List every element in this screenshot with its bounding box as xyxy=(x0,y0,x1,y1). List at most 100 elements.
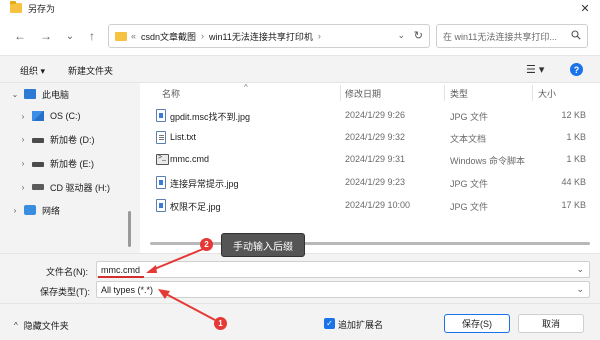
column-divider[interactable] xyxy=(340,85,341,101)
text-file-icon xyxy=(156,131,166,144)
column-header-name[interactable]: 名称 xyxy=(162,87,180,100)
filename-input[interactable]: mmc.cmd ⌄ xyxy=(96,261,590,278)
breadcrumb-overflow[interactable]: « xyxy=(131,31,136,41)
add-extension-label[interactable]: 追加扩展名 xyxy=(338,318,383,331)
tree-item-label: CD 驱动器 (H:) xyxy=(50,182,110,193)
file-date: 2024/1/29 9:32 xyxy=(345,132,406,142)
new-folder-button[interactable]: 新建文件夹 xyxy=(68,64,113,77)
back-arrow-icon[interactable]: ← xyxy=(12,28,28,44)
tree-item-label: 此电脑 xyxy=(42,89,70,100)
file-row[interactable]: List.txt 2024/1/29 9:32 文本文档 1 KB xyxy=(140,127,600,149)
image-file-icon xyxy=(156,199,166,212)
tree-item-c-drive[interactable]: › OS (C:) xyxy=(18,107,81,125)
file-list: 名称 ^ 修改日期 类型 大小 gpdit.msc找不到.jpg 2024/1/… xyxy=(140,83,600,253)
horizontal-scrollbar[interactable] xyxy=(150,242,590,245)
breadcrumb-item[interactable]: csdn文章截图 xyxy=(141,30,196,43)
file-size: 1 KB xyxy=(566,132,586,142)
filetype-label: 保存类型(T): xyxy=(40,287,90,297)
chevron-right-icon[interactable]: › xyxy=(18,135,28,144)
help-icon[interactable]: ? xyxy=(570,63,583,76)
chevron-right-icon[interactable]: › xyxy=(18,112,28,121)
chevron-down-icon[interactable]: ⌄ xyxy=(10,90,20,99)
recent-locations-dropdown-icon[interactable]: ⌄ xyxy=(62,28,78,44)
file-type: JPG 文件 xyxy=(450,112,489,122)
command-toolbar: 组织 ▾ 新建文件夹 ☰ ▾ ? xyxy=(0,57,600,83)
column-header-type[interactable]: 类型 xyxy=(450,87,468,100)
search-input[interactable]: 在 win11无法连接共享打印... xyxy=(436,24,588,48)
forward-arrow-icon[interactable]: → xyxy=(38,28,54,44)
tree-item-label: 新加卷 (E:) xyxy=(50,158,94,169)
chevron-down-icon[interactable]: ⌄ xyxy=(576,264,584,275)
tree-item-cd-drive[interactable]: › CD 驱动器 (H:) xyxy=(18,178,110,196)
file-name: gpdit.msc找不到.jpg xyxy=(170,112,251,122)
add-extension-checkbox[interactable]: ✓ xyxy=(324,318,335,329)
tree-item-d-drive[interactable]: › 新加卷 (D:) xyxy=(18,130,95,148)
dialog-footer: ^ 隐藏文件夹 ✓ 追加扩展名 保存(S) 取消 xyxy=(0,303,600,340)
image-file-icon xyxy=(156,176,166,189)
save-form: 文件名(N): mmc.cmd ⌄ 保存类型(T): All types (*.… xyxy=(0,253,600,303)
navigation-scrollbar[interactable] xyxy=(128,211,131,247)
drive-icon xyxy=(32,162,44,167)
save-button[interactable]: 保存(S) xyxy=(444,314,510,333)
annotation-underline xyxy=(98,276,144,278)
organize-button[interactable]: 组织 ▾ xyxy=(20,64,45,77)
file-date: 2024/1/29 9:31 xyxy=(345,154,406,164)
windows-drive-icon xyxy=(32,111,44,121)
hide-folders-label: 隐藏文件夹 xyxy=(23,321,69,331)
file-type: JPG 文件 xyxy=(450,202,489,212)
navigation-pane: ⌄ 此电脑 › OS (C:) › 新加卷 (D:) › 新加卷 (E:) › … xyxy=(0,83,140,253)
chevron-right-icon[interactable]: › xyxy=(18,159,28,168)
breadcrumb-separator[interactable]: › xyxy=(201,31,204,41)
column-header-date[interactable]: 修改日期 xyxy=(345,87,381,100)
address-dropdown-icon[interactable]: ⌄ xyxy=(397,30,405,41)
drive-icon xyxy=(32,138,44,143)
sort-ascending-icon: ^ xyxy=(244,83,248,92)
filetype-select[interactable]: All types (*.*) ⌄ xyxy=(96,281,590,298)
file-type: Windows 命令脚本 xyxy=(450,156,526,166)
file-row[interactable]: mmc.cmd 2024/1/29 9:31 Windows 命令脚本 1 KB xyxy=(140,149,600,171)
chevron-right-icon[interactable]: › xyxy=(18,183,28,192)
image-file-icon xyxy=(156,109,166,122)
tree-item-e-drive[interactable]: › 新加卷 (E:) xyxy=(18,154,94,172)
file-row[interactable]: 权限不足.jpg 2024/1/29 10:00 JPG 文件 17 KB xyxy=(140,195,600,217)
title-bar: 另存为 ✕ xyxy=(0,0,600,16)
tree-item-label: 新加卷 (D:) xyxy=(50,134,95,145)
chevron-up-icon: ^ xyxy=(14,321,18,330)
file-row[interactable]: gpdit.msc找不到.jpg 2024/1/29 9:26 JPG 文件 1… xyxy=(140,105,600,127)
view-options-icon[interactable]: ☰ ▾ xyxy=(526,63,544,76)
file-size: 44 KB xyxy=(561,177,586,187)
file-size: 12 KB xyxy=(561,110,586,120)
breadcrumb-item[interactable]: win11无法连接共享打印机 xyxy=(209,30,313,43)
annotation-badge: 2 xyxy=(200,238,213,251)
file-type: 文本文档 xyxy=(450,134,487,144)
folder-icon xyxy=(115,31,127,41)
up-arrow-icon[interactable]: ↑ xyxy=(84,28,100,44)
window-title: 另存为 xyxy=(28,3,56,14)
column-divider[interactable] xyxy=(532,85,533,101)
file-name: List.txt xyxy=(170,132,197,142)
file-date: 2024/1/29 9:26 xyxy=(345,110,406,120)
cmd-file-icon xyxy=(156,154,169,165)
annotation-badge: 1 xyxy=(214,317,227,330)
address-bar[interactable]: « csdn文章截图 › win11无法连接共享打印机 › ⌄ ↻ xyxy=(108,24,430,48)
hide-folders-toggle[interactable]: ^ 隐藏文件夹 xyxy=(14,319,69,332)
refresh-icon[interactable]: ↻ xyxy=(414,29,423,42)
column-header-size[interactable]: 大小 xyxy=(538,87,556,100)
chevron-right-icon[interactable]: › xyxy=(10,206,20,215)
navigation-bar: ← → ⌄ ↑ « csdn文章截图 › win11无法连接共享打印机 › ⌄ … xyxy=(0,16,600,56)
search-placeholder: 在 win11无法连接共享打印... xyxy=(443,31,557,42)
network-icon xyxy=(24,205,36,215)
tree-item-this-pc[interactable]: ⌄ 此电脑 xyxy=(10,85,69,103)
breadcrumb-separator[interactable]: › xyxy=(318,31,321,41)
tree-item-network[interactable]: › 网络 xyxy=(10,201,60,219)
cancel-button[interactable]: 取消 xyxy=(518,314,584,333)
chevron-down-icon[interactable]: ⌄ xyxy=(576,284,584,295)
file-row[interactable]: 连接异常提示.jpg 2024/1/29 9:23 JPG 文件 44 KB xyxy=(140,172,600,194)
computer-icon xyxy=(24,89,36,99)
column-divider[interactable] xyxy=(444,85,445,101)
filetype-value: All types (*.*) xyxy=(101,284,154,295)
close-icon[interactable]: ✕ xyxy=(578,1,592,15)
filename-label: 文件名(N): xyxy=(46,267,88,277)
file-size: 17 KB xyxy=(561,200,586,210)
cd-drive-icon xyxy=(32,184,44,190)
